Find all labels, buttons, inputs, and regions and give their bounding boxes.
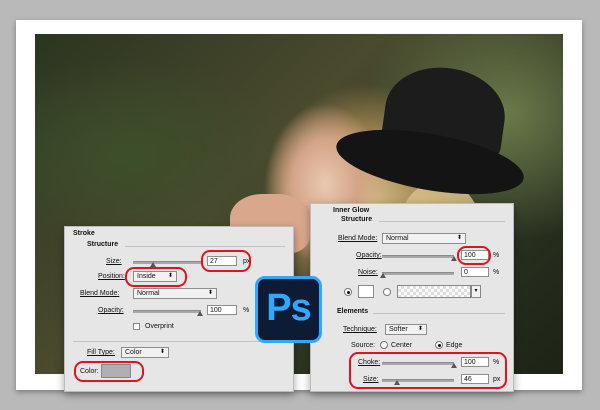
- chevron-updown-icon: ⬍: [456, 235, 462, 241]
- ig-color-swatch[interactable]: [358, 285, 374, 298]
- position-highlight: [125, 267, 187, 287]
- ig-source-label: Source:: [351, 342, 376, 349]
- stroke-opacity-label: Opacity:: [98, 307, 124, 314]
- fill-type-value: Color: [125, 349, 142, 356]
- ig-gradient-swatch[interactable]: [397, 285, 471, 298]
- stroke-opacity-slider[interactable]: [133, 310, 201, 313]
- ig-technique-label: Technique:: [343, 326, 377, 333]
- ig-noise-label: Noise:: [358, 269, 378, 276]
- overprint-label: Overprint: [145, 323, 174, 330]
- stroke-opacity-unit: %: [243, 307, 250, 314]
- ig-opacity-label: Opacity:: [356, 252, 382, 259]
- ig-source-edge-label: Edge: [446, 342, 463, 349]
- stroke-opacity-input[interactable]: 100: [207, 305, 237, 315]
- ig-technique-select[interactable]: Softer ⬍: [385, 324, 427, 335]
- stroke-structure-heading: Structure: [87, 241, 119, 248]
- ig-gradient-radio[interactable]: [383, 288, 391, 296]
- chevron-down-icon: ▾: [474, 288, 478, 294]
- stroke-fill-rule: [73, 341, 285, 342]
- inner-glow-panel: Inner Glow Structure Blend Mode: Normal ⬍…: [310, 203, 514, 392]
- size-highlight: [201, 250, 251, 272]
- ig-solid-color-radio[interactable]: [344, 288, 352, 296]
- stroke-blend-value: Normal: [137, 290, 160, 297]
- stroke-position-label: Position:: [98, 273, 125, 280]
- ig-blend-value: Normal: [386, 235, 409, 242]
- ig-choke-size-highlight: [349, 352, 507, 389]
- chevron-updown-icon: ⬍: [159, 349, 165, 355]
- ig-technique-value: Softer: [389, 326, 408, 333]
- inner-glow-structure-rule: [379, 221, 505, 222]
- ig-gradient-dropdown[interactable]: ▾: [471, 285, 481, 298]
- ig-opacity-unit: %: [493, 252, 500, 259]
- stroke-structure-rule: [125, 246, 285, 247]
- inner-glow-title: Inner Glow: [333, 207, 370, 214]
- ig-blend-select[interactable]: Normal ⬍: [382, 233, 466, 244]
- photoshop-logo-icon: Ps: [255, 276, 322, 343]
- color-highlight: [74, 361, 144, 382]
- fill-type-select[interactable]: Color ⬍: [121, 347, 169, 358]
- ig-noise-input[interactable]: 0: [461, 267, 489, 277]
- ig-blend-label: Blend Mode:: [338, 235, 378, 242]
- ig-source-center-label: Center: [391, 342, 413, 349]
- ig-noise-slider[interactable]: [382, 272, 454, 275]
- ig-noise-thumb[interactable]: [380, 273, 386, 278]
- overprint-checkbox[interactable]: [133, 323, 140, 330]
- stroke-blend-label: Blend Mode:: [80, 290, 120, 297]
- stroke-blend-select[interactable]: Normal ⬍: [133, 288, 217, 299]
- ig-source-edge-radio[interactable]: [435, 341, 443, 349]
- chevron-updown-icon: ⬍: [417, 326, 423, 332]
- inner-glow-structure-heading: Structure: [341, 216, 373, 223]
- stroke-title: Stroke: [73, 230, 95, 237]
- ig-noise-unit: %: [493, 269, 500, 276]
- ig-source-center-radio[interactable]: [380, 341, 388, 349]
- stroke-size-label: Size:: [106, 258, 122, 265]
- stroke-size-slider[interactable]: [133, 261, 201, 264]
- ig-opacity-slider[interactable]: [382, 255, 454, 258]
- stroke-opacity-thumb[interactable]: [197, 311, 203, 316]
- ig-elements-heading: Elements: [337, 308, 369, 315]
- ig-elements-rule: [373, 313, 505, 314]
- ig-opacity-highlight: [457, 246, 491, 265]
- chevron-updown-icon: ⬍: [207, 290, 213, 296]
- fill-type-label: Fill Type:: [87, 349, 115, 356]
